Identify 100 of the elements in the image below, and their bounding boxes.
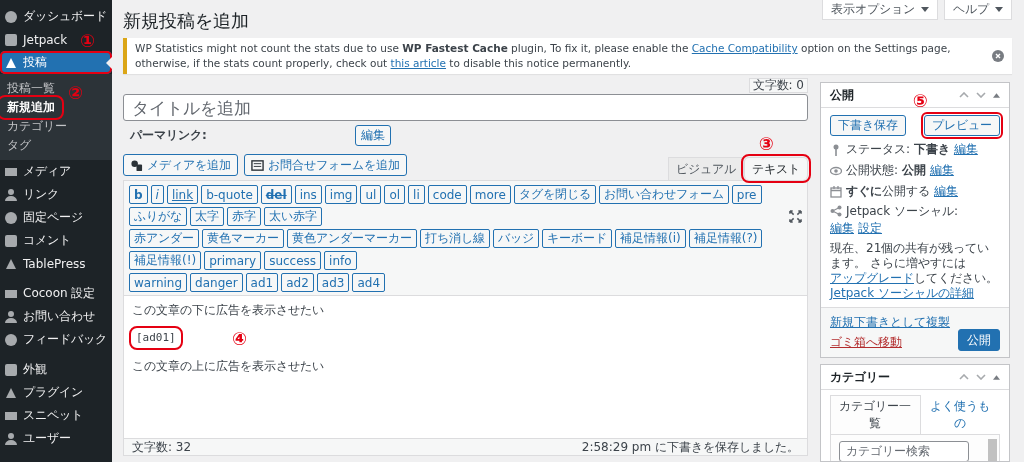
submenu-item[interactable]: カテゴリー [0,117,73,136]
quicktag-button[interactable]: 補足情報(i) [615,229,686,248]
quicktag-button[interactable]: ふりがな [129,207,187,226]
chevron-down-icon[interactable] [976,92,986,98]
menu-item[interactable]: メディア [0,160,77,183]
menu-item[interactable]: 外観 [0,358,53,381]
jetpack-link[interactable]: 設定 [858,220,882,237]
quicktag-button[interactable]: ad2 [281,273,314,292]
quicktag-button[interactable]: 太い赤字 [264,207,322,226]
notice-link[interactable]: this article [390,57,446,69]
quicktag-button[interactable]: タグを閉じる [513,185,596,204]
share-note: 現在、21個の共有が残っています。 さらに増やすには アップグレード してください。 [830,241,999,286]
fullscreen-icon[interactable] [789,210,802,223]
quicktag-button[interactable]: code [427,185,467,204]
title-field[interactable]: タイトルを追加 [123,94,808,121]
upgrade-link[interactable]: アップグレード [830,271,914,285]
quicktag-button[interactable]: warning [129,273,188,292]
quicktag-button[interactable]: i [150,185,164,204]
preview-button[interactable]: プレビュー [924,115,1000,136]
quicktag-button[interactable]: お問い合わせフォーム [598,185,729,204]
quicktag-button[interactable]: b-quote [201,185,258,204]
screen-option-tab[interactable]: 表示オプション [822,0,938,20]
quicktag-button[interactable]: img [324,185,358,204]
caret-icon [995,7,1003,12]
box-title: カテゴリー [830,368,890,386]
page-title: 新規投稿を追加 [123,9,249,33]
jetpack-link[interactable]: 編集 [830,220,854,237]
triangle-up-icon[interactable] [993,374,1000,380]
quicktag-button[interactable]: primary [204,251,262,270]
quicktag-button[interactable]: more [469,185,511,204]
quicktag-button[interactable]: ad1 [245,273,279,292]
publish-button[interactable]: 公開 [958,329,1000,351]
menu-item[interactable]: フィードバック [0,328,113,351]
quicktag-button[interactable]: 黄色アンダーマーカー [287,229,417,248]
menu-item[interactable]: Cocoon 設定 [0,282,102,305]
quicktag-button[interactable]: バッジ [493,229,539,248]
quicktag-button[interactable]: pre [731,185,762,204]
menu-item[interactable]: ダッシュボード [0,5,113,28]
menu-item[interactable]: リンク [0,183,65,206]
quicktag-button[interactable]: ad3 [316,273,350,292]
screen-option-tab[interactable]: ヘルプ [944,0,1012,20]
publish-info-text: ステータス: 下書き [846,141,950,158]
menu-item[interactable]: 固定ページ [0,206,89,229]
quicktag-button[interactable]: info [324,251,357,270]
close-icon[interactable] [992,50,1004,62]
quicktag-button[interactable]: 赤アンダー [129,229,199,248]
quicktag-button[interactable]: キーボード [542,229,612,248]
quicktag-button[interactable]: ins [294,185,322,204]
edit-button[interactable]: 編集 [355,124,391,146]
quicktag-button[interactable]: b [129,185,148,204]
quicktag-button[interactable]: ad4 [352,273,385,292]
details-link[interactable]: Jetpack ソーシャルの詳細 [830,286,974,301]
submenu-item[interactable]: 新規追加 [0,98,61,117]
add-media-button[interactable]: メディアを追加 [123,154,238,176]
category-search-field[interactable]: カテゴリー検索 [839,440,969,461]
chevron-up-icon[interactable] [959,374,969,380]
menu-item[interactable]: ユーザー [0,427,77,450]
submenu-item[interactable]: タグ [0,136,37,155]
quicktag-button[interactable]: ol [384,185,406,204]
quicktag-button[interactable]: 太字 [190,207,224,226]
content-line: この文章の下に広告を表示させたい [132,303,325,317]
box-title: 公開 [830,86,854,104]
edit-link[interactable]: 編集 [929,162,954,179]
quicktag-button[interactable]: ul [360,185,382,204]
submenu-item[interactable]: 投稿一覧 [0,79,61,98]
quicktag-button[interactable]: 打ち消し線 [420,229,490,248]
quicktag-button[interactable]: success [264,251,322,270]
notice-link[interactable]: Cache Compatibility [691,42,798,54]
quicktag-button[interactable]: li [408,185,425,204]
quicktag-button[interactable]: danger [190,273,243,292]
category-tab[interactable]: よく使うもの [920,395,1000,435]
chevron-up-icon[interactable] [959,92,969,98]
chevron-down-icon[interactable] [976,374,986,380]
quicktag-button[interactable]: 黄色マーカー [202,229,284,248]
menu-item[interactable]: プラグイン [0,381,89,404]
calendar-icon [830,185,842,198]
menu-item[interactable]: TablePress [0,252,92,275]
trash-link[interactable]: ゴミ箱へ移動 [830,334,950,351]
quicktag-button[interactable]: 補足情報(!) [129,251,202,270]
quicktag-button[interactable]: del [260,185,292,204]
quicktag-button[interactable]: link [166,185,199,204]
triangle-up-icon[interactable] [993,92,1000,98]
editor-tab[interactable]: ビジュアル [668,157,744,180]
category-tab[interactable]: カテゴリー一覧 [830,395,921,435]
menu-item[interactable]: スニペット [0,404,89,427]
quicktag-button[interactable]: 赤字 [227,207,261,226]
menu-item[interactable]: コメント [0,229,77,252]
menu-item[interactable]: 投稿 [0,51,112,74]
shortcode-line: [ad01] [132,329,180,347]
quicktag-button[interactable]: 補足情報(?) [688,229,763,248]
media-icon [130,158,143,172]
menu-item[interactable]: お問い合わせ [0,305,101,328]
editor-tab[interactable]: テキスト [744,157,808,180]
edit-link[interactable]: 編集 [953,141,978,158]
menu-item[interactable]: Jetpack [0,28,74,51]
save-draft-button[interactable]: 下書き保存 [830,115,906,136]
copy-draft-link[interactable]: 新規下書きとして複製 [830,314,950,331]
annotation-number: ③ [758,134,774,154]
add-form-button[interactable]: お問合せフォームを追加 [244,154,407,176]
edit-link[interactable]: 編集 [934,183,958,200]
